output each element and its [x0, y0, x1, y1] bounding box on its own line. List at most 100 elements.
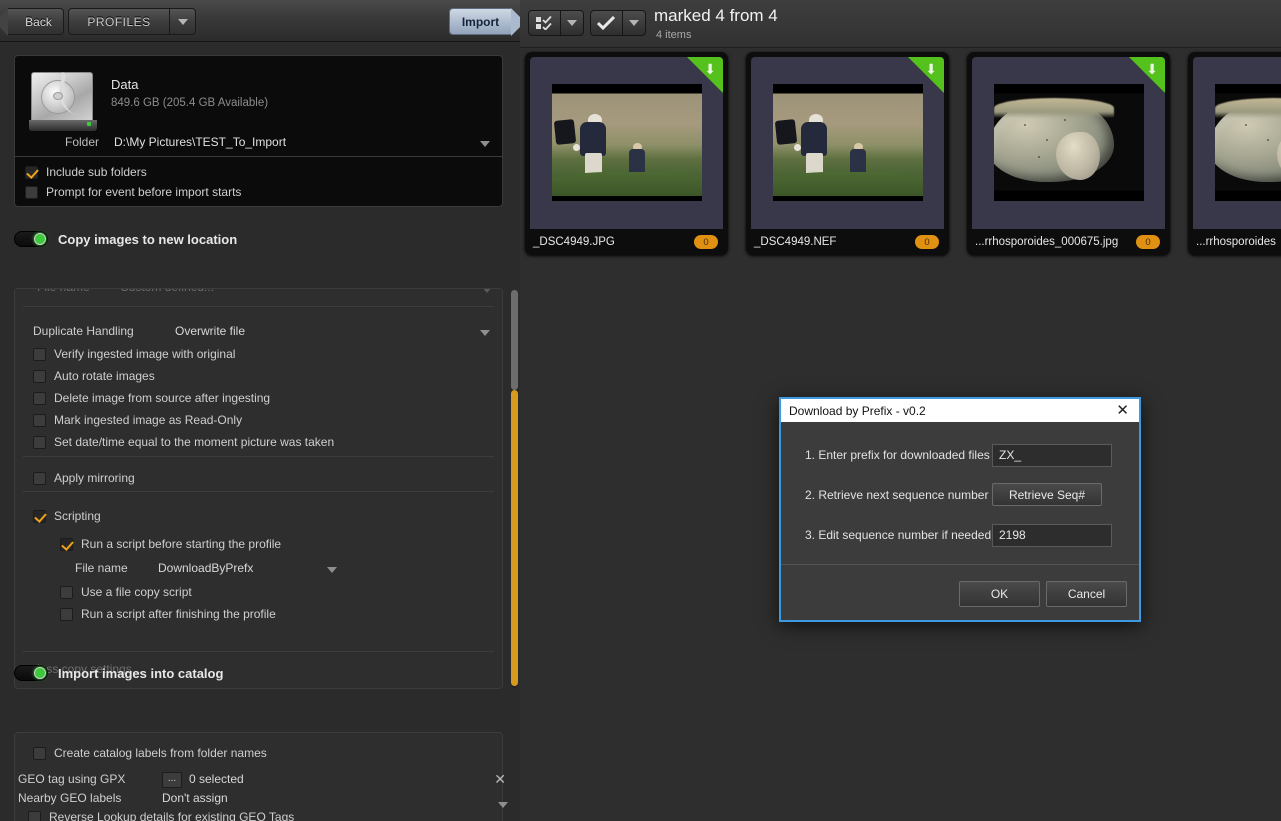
read-only-label: Mark ingested image as Read-Only — [54, 413, 243, 427]
source-drive-card[interactable]: Data 849.6 GB (205.4 GB Available) Folde… — [14, 55, 503, 157]
duplicate-handling-chevron-down-icon[interactable] — [480, 330, 490, 336]
profiles-dropdown-button[interactable] — [169, 9, 195, 34]
scripting-checkbox[interactable] — [33, 509, 46, 523]
retrieve-seq-label: 2. Retrieve next sequence number — [805, 488, 989, 502]
use-copy-script-row[interactable]: Use a file copy script — [60, 585, 192, 599]
prompt-for-event-row[interactable]: Prompt for event before import starts — [25, 185, 241, 199]
marked-count-title: marked 4 from 4 — [654, 6, 778, 25]
import-settings-panel: Data 849.6 GB (205.4 GB Available) Folde… — [0, 42, 520, 821]
divider — [23, 491, 494, 492]
thumbnail-item[interactable]: ⬇ ...rrhosporoides_000675.jpg 0 — [967, 52, 1170, 255]
thumbnail-filename: ...rrhosporoides_000675.jpg — [975, 236, 1119, 248]
auto-rotate-checkbox[interactable] — [33, 369, 46, 383]
prefix-row: 1. Enter prefix for downloaded files ZX_ — [781, 443, 1139, 467]
prefix-label: 1. Enter prefix for downloaded files — [805, 448, 990, 462]
geo-gpx-clear-icon[interactable]: ✕ — [494, 771, 506, 788]
back-button[interactable]: Back — [0, 8, 64, 36]
include-sub-folders-checkbox[interactable] — [25, 165, 38, 179]
thumbnail-rating-badge[interactable]: 0 — [1136, 235, 1160, 249]
apply-mirroring-label: Apply mirroring — [54, 471, 135, 485]
read-only-checkbox[interactable] — [33, 413, 46, 427]
chevron-down-icon — [177, 18, 188, 25]
catalog-section-header[interactable]: Import images into catalog — [14, 665, 223, 681]
folder-label: Folder — [65, 135, 100, 149]
create-catalog-labels-checkbox[interactable] — [33, 746, 46, 760]
run-before-row[interactable]: Run a script before starting the profile — [60, 537, 281, 551]
verify-ingested-checkbox[interactable] — [33, 347, 46, 361]
delete-source-checkbox[interactable] — [33, 391, 46, 405]
left-toolbar: Back PROFILES Import — [0, 0, 525, 42]
thumbnail-photo — [1215, 84, 1281, 201]
file-name-label: File name — [37, 289, 90, 294]
file-name-chevron-down-icon[interactable] — [482, 289, 492, 293]
create-catalog-labels-row[interactable]: Create catalog labels from folder names — [33, 746, 267, 760]
use-copy-script-checkbox[interactable] — [60, 585, 73, 599]
chevron-down-icon — [566, 20, 577, 26]
mark-dropdown-button[interactable] — [621, 11, 645, 35]
import-button[interactable]: Import — [449, 8, 525, 36]
thumbnail-rating-badge[interactable]: 0 — [694, 235, 718, 249]
thumbnail-photo — [552, 84, 702, 201]
script-file-name-chevron-down-icon[interactable] — [327, 567, 337, 573]
mark-button-group[interactable] — [590, 10, 646, 36]
thumbnail-item[interactable]: ⬇ _DSC4949.JPG 0 — [525, 52, 728, 255]
thumbnail-photo — [773, 84, 923, 201]
hard-drive-icon — [29, 70, 97, 132]
read-only-row[interactable]: Mark ingested image as Read-Only — [33, 413, 242, 427]
create-catalog-labels-label: Create catalog labels from folder names — [54, 746, 267, 760]
nearby-geo-value: Don't assign — [162, 791, 228, 805]
thumbnail-item[interactable]: ⬇ ...rrhosporoides — [1188, 52, 1281, 255]
close-icon[interactable]: ✕ — [1112, 403, 1133, 418]
selection-dropdown-button[interactable] — [559, 11, 583, 35]
reverse-lookup-row[interactable]: Reverse Lookup details for existing GEO … — [28, 810, 294, 821]
verify-ingested-row[interactable]: Verify ingested image with original — [33, 347, 235, 361]
thumbnail-filename: ...rrhosporoides — [1196, 236, 1276, 248]
auto-rotate-row[interactable]: Auto rotate images — [33, 369, 155, 383]
profiles-button[interactable]: PROFILES — [68, 8, 196, 35]
verify-ingested-label: Verify ingested image with original — [54, 347, 236, 361]
copy-images-toggle[interactable] — [14, 231, 48, 247]
run-after-row[interactable]: Run a script after finishing the profile — [60, 607, 276, 621]
include-sub-folders-row[interactable]: Include sub folders — [25, 165, 147, 179]
run-before-checkbox[interactable] — [60, 537, 73, 551]
settings-scrollbar-thumb[interactable] — [511, 390, 518, 686]
prefix-input[interactable]: ZX_ — [992, 443, 1112, 467]
reverse-lookup-checkbox[interactable] — [28, 810, 41, 821]
catalog-title: Import images into catalog — [58, 665, 224, 681]
checkmark-icon[interactable] — [591, 11, 622, 35]
thumbnail-image-area: ⬇ — [972, 57, 1165, 229]
retrieve-seq-button[interactable]: Retrieve Seq# — [992, 483, 1102, 506]
thumbnail-filename: _DSC4949.NEF — [754, 236, 837, 248]
cancel-button[interactable]: Cancel — [1046, 581, 1127, 607]
catalog-toggle[interactable] — [14, 665, 48, 681]
nearby-geo-chevron-down-icon[interactable] — [498, 802, 508, 808]
duplicate-handling-label: Duplicate Handling — [33, 324, 134, 338]
apply-mirroring-checkbox[interactable] — [33, 471, 46, 485]
divider — [23, 651, 494, 652]
settings-scrollbar-thumb-upper[interactable] — [511, 290, 518, 390]
delete-source-row[interactable]: Delete image from source after ingesting — [33, 391, 270, 405]
thumbnail-rating-badge[interactable]: 0 — [915, 235, 939, 249]
selection-button-group[interactable] — [528, 10, 584, 36]
script-file-name-value: DownloadByPrefx — [158, 561, 254, 575]
prompt-for-event-checkbox[interactable] — [25, 185, 38, 199]
copy-images-section-header[interactable]: Copy images to new location — [14, 231, 237, 247]
scripting-row[interactable]: Scripting — [33, 509, 101, 523]
apply-mirroring-row[interactable]: Apply mirroring — [33, 471, 135, 485]
dialog-body: 1. Enter prefix for downloaded files ZX_… — [781, 422, 1139, 564]
checklist-icon[interactable] — [529, 11, 560, 35]
include-sub-folders-label: Include sub folders — [46, 165, 147, 179]
sequence-number-input[interactable]: 2198 — [992, 523, 1112, 547]
geo-gpx-browse-button[interactable]: ... — [162, 772, 182, 788]
set-datetime-checkbox[interactable] — [33, 435, 46, 449]
retrieve-seq-row: 2. Retrieve next sequence number Retriev… — [781, 483, 1139, 507]
folder-chevron-down-icon[interactable] — [480, 141, 490, 147]
ok-button[interactable]: OK — [959, 581, 1040, 607]
import-button-label: Import — [461, 14, 500, 29]
use-copy-script-label: Use a file copy script — [81, 585, 192, 599]
file-name-clipped-row[interactable]: File name Custom defined... — [15, 289, 502, 302]
copy-settings-box: File name Custom defined... Duplicate Ha… — [14, 288, 503, 689]
set-datetime-row[interactable]: Set date/time equal to the moment pictur… — [33, 435, 334, 449]
thumbnail-item[interactable]: ⬇ _DSC4949.NEF 0 — [746, 52, 949, 255]
run-after-checkbox[interactable] — [60, 607, 73, 621]
